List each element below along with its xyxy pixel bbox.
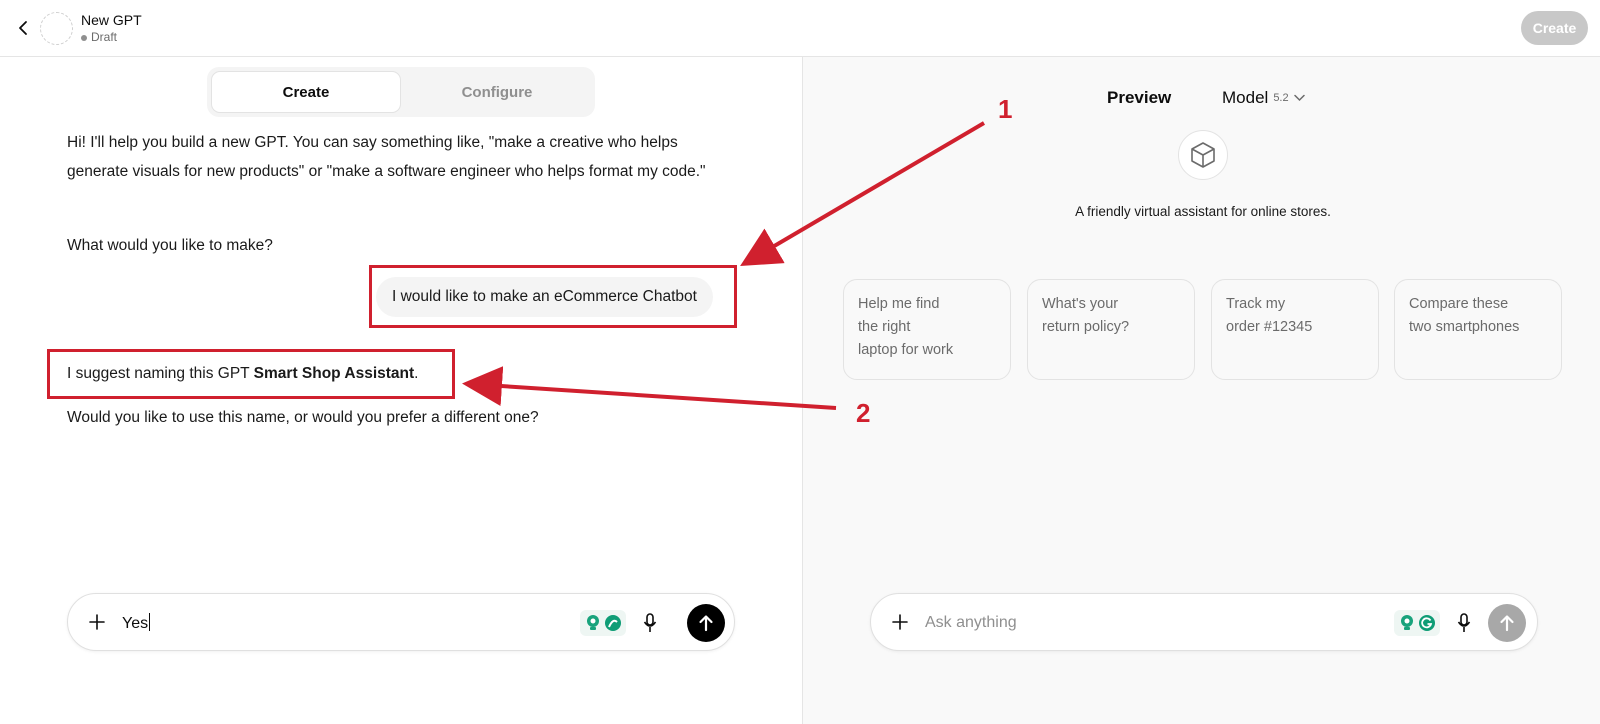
send-button[interactable] [1488, 604, 1526, 642]
annotation-box-name-suggestion [47, 349, 455, 399]
tab-create[interactable]: Create [211, 71, 401, 113]
arrow-up-icon [699, 615, 713, 632]
dictate-button[interactable] [1454, 612, 1474, 634]
model-label: Model [1222, 88, 1269, 107]
conversation-starter[interactable]: Track my order #12345 [1211, 279, 1379, 380]
starter-line: the right [858, 319, 911, 335]
plus-icon [892, 614, 908, 630]
builder-input-value: Yes [122, 615, 149, 632]
assistant-followup-message: Would you like to use this name, or woul… [67, 409, 539, 426]
status-dot-icon [81, 34, 87, 41]
annotation-label-2: 2 [856, 398, 871, 428]
starter-line: return policy? [1042, 319, 1130, 335]
conversation-starter[interactable]: Compare these two smartphones [1394, 279, 1562, 380]
add-attachment-button[interactable] [889, 611, 911, 633]
plus-icon [89, 614, 105, 630]
assistant-question-message: What would you like to make? [67, 237, 273, 254]
conversation-starter[interactable]: Help me find the right laptop for work [843, 279, 1011, 380]
gpt-description: A friendly virtual assistant for online … [1075, 204, 1331, 219]
lightbulb-icon [1400, 615, 1413, 630]
add-attachment-button[interactable] [86, 611, 108, 633]
annotation-label-1: 1 [998, 94, 1013, 124]
starter-line: Compare these [1409, 296, 1509, 312]
starter-line: Track my [1226, 296, 1286, 312]
assistant-intro-message: Hi! I'll help you build a new GPT. You c… [67, 134, 706, 180]
send-button[interactable] [687, 604, 725, 642]
model-selector[interactable]: Model 5.2 [1222, 88, 1305, 108]
text-caret [149, 613, 151, 631]
preview-message-input[interactable]: Ask anything [925, 613, 1017, 633]
top-header: New GPT Draft Create [0, 0, 1600, 57]
conversation-starter[interactable]: What's your return policy? [1027, 279, 1195, 380]
dictate-button[interactable] [640, 612, 660, 634]
cube-icon [1191, 142, 1215, 168]
preview-composer: Ask anything [870, 593, 1538, 651]
microphone-icon [643, 613, 657, 632]
model-version: 5.2 [1273, 92, 1289, 104]
builder-tabs: Create Configure [207, 67, 595, 117]
grammarly-icon [604, 615, 621, 631]
starter-line: Help me find [858, 296, 940, 312]
create-gpt-button[interactable]: Create [1521, 11, 1588, 45]
browser-extension-icons[interactable] [580, 610, 626, 636]
chevron-left-icon [19, 21, 27, 35]
arrow-up-icon [1500, 615, 1514, 632]
tab-configure[interactable]: Configure [403, 71, 591, 113]
chevron-down-icon [1293, 94, 1305, 102]
gpt-title-block: New GPT Draft [81, 12, 142, 45]
microphone-icon [1457, 613, 1471, 632]
status-text: Draft [91, 30, 118, 44]
back-button[interactable] [12, 16, 34, 40]
starter-line: laptop for work [858, 342, 954, 358]
gpt-profile-image [1178, 130, 1228, 180]
annotation-box-user-message [369, 265, 737, 328]
builder-composer: Yes [67, 593, 735, 651]
draft-status: Draft [81, 30, 142, 45]
starter-line: two smartphones [1409, 319, 1520, 335]
preview-title: Preview [1107, 88, 1172, 107]
gpt-avatar-placeholder[interactable] [40, 12, 73, 45]
builder-message-input[interactable]: Yes [122, 613, 151, 634]
starter-line: order #12345 [1226, 319, 1313, 335]
grammarly-icon [1418, 615, 1435, 631]
starter-line: What's your [1042, 296, 1119, 312]
gpt-title: New GPT [81, 12, 142, 28]
browser-extension-icons[interactable] [1394, 610, 1440, 636]
lightbulb-icon [586, 615, 599, 630]
